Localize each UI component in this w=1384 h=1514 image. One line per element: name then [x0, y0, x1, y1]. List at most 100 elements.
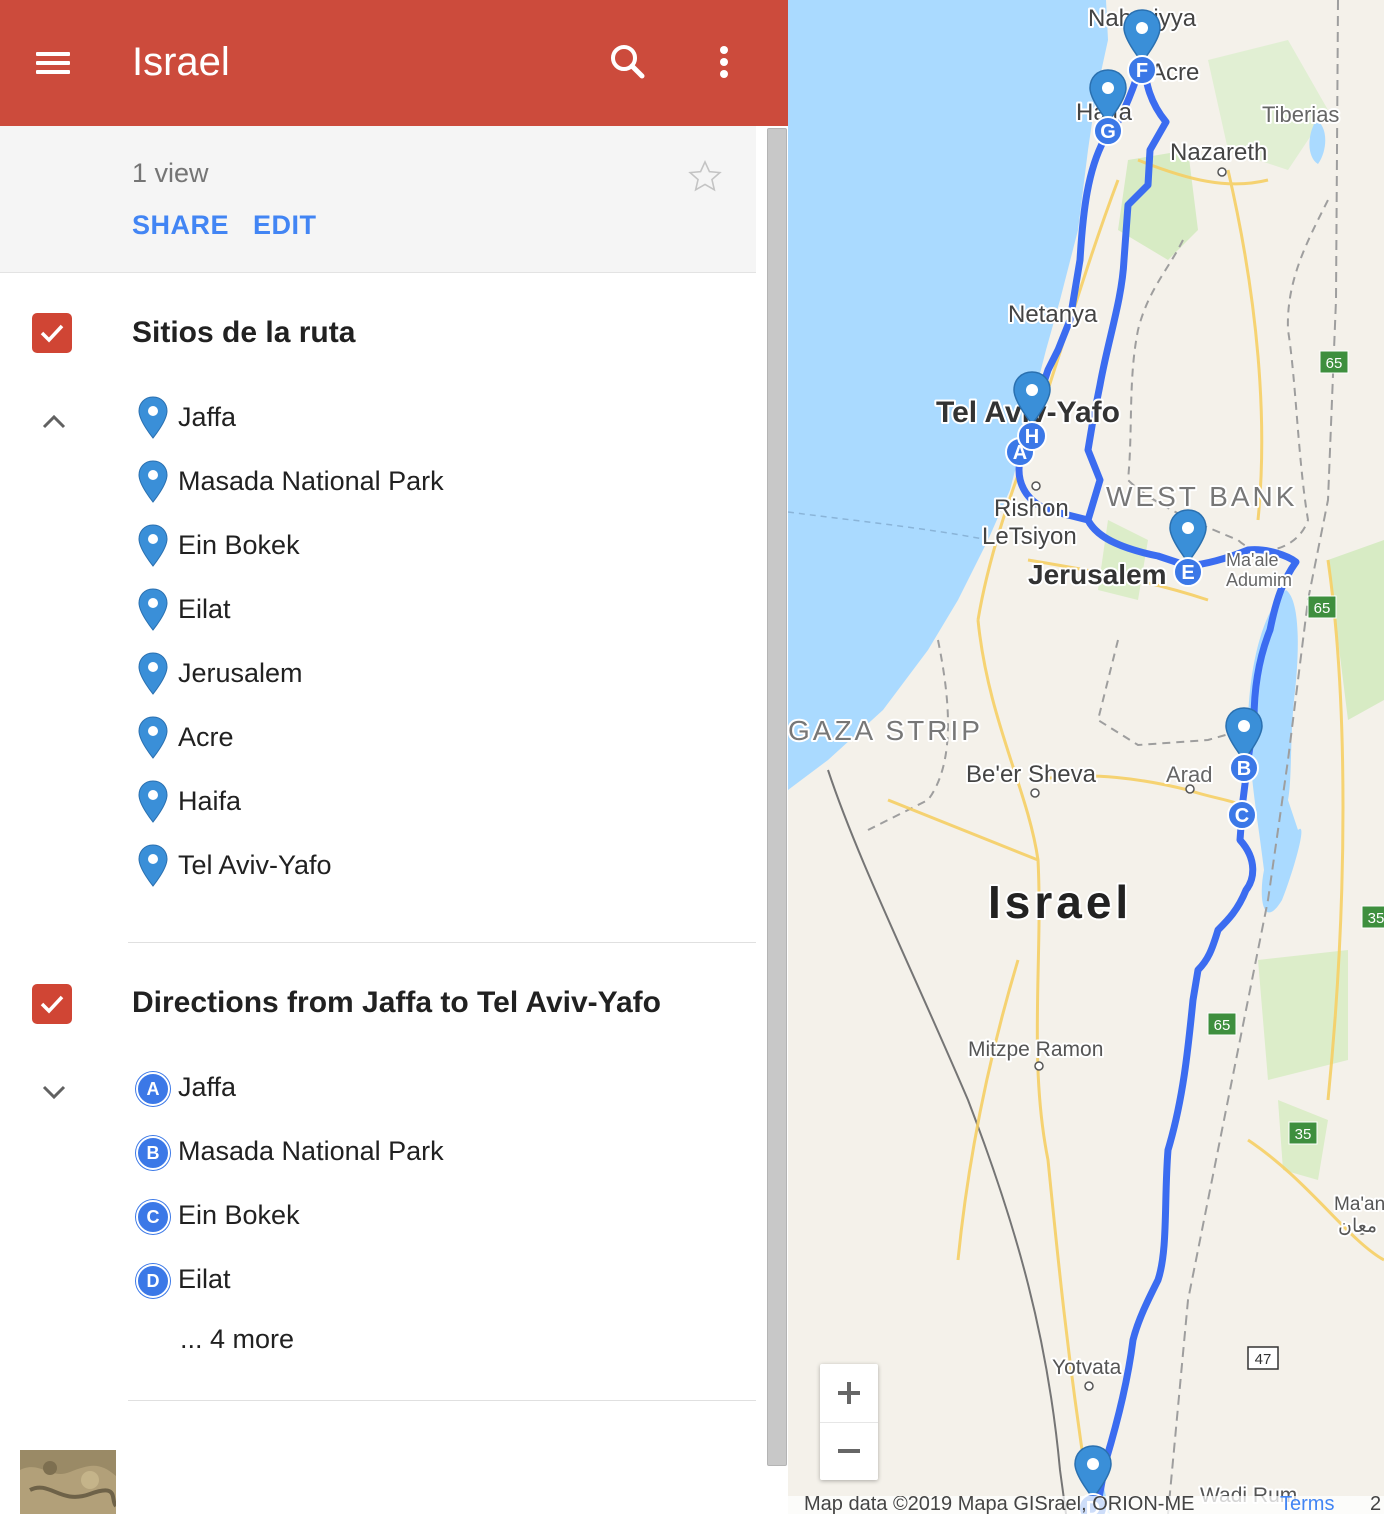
- search-button[interactable]: [604, 38, 652, 86]
- attribution-text: Map data ©2019 Mapa GISrael, ORION-ME: [804, 1496, 1195, 1514]
- place-label: Eilat: [178, 594, 231, 624]
- stop-label: Jaffa: [178, 1072, 237, 1102]
- road-shield-label: 35: [1368, 910, 1384, 927]
- route-waypoint-badge[interactable]: H: [1017, 421, 1047, 451]
- place-marker-icon: [138, 844, 168, 887]
- map-label-israel: Israel: [988, 876, 1132, 928]
- check-icon: [40, 324, 64, 343]
- map-attribution: Map data ©2019 Mapa GISrael, ORION-ME Te…: [788, 1496, 1384, 1514]
- waypoint-letter: C: [1235, 805, 1249, 827]
- map-label-maan-arabic: معان: [1338, 1216, 1377, 1237]
- more-vert-icon: [720, 46, 728, 78]
- road-shield-label: 65: [1326, 355, 1343, 372]
- place-label: Tel Aviv-Yafo: [178, 850, 332, 880]
- plus-icon: [838, 1382, 860, 1404]
- zoom-controls: [820, 1364, 878, 1480]
- map-label-nazareth: Nazareth: [1170, 139, 1267, 166]
- menu-icon-bar: [36, 61, 70, 65]
- map-label-maale: Ma'ale: [1226, 550, 1278, 570]
- waypoint-letter: B: [1237, 758, 1251, 780]
- road-shield-label: 65: [1314, 600, 1331, 617]
- route-waypoint-badge[interactable]: G: [1093, 116, 1123, 146]
- app-header: Israel: [0, 0, 788, 126]
- collapse-layer-button[interactable]: [36, 404, 72, 440]
- map-label-west-bank: WEST BANK: [1106, 481, 1297, 512]
- map-side-panel: Israel 1 view SHARE EDIT Sitios de la ru…: [0, 0, 788, 1514]
- stop-letter-badge: D: [136, 1264, 170, 1298]
- map-label-letsiyon: LeTsiyon: [982, 523, 1077, 550]
- menu-icon-bar: [36, 70, 70, 74]
- attribution-extra: 2: [1370, 1496, 1382, 1514]
- map-label-jerusalem: Jerusalem: [1028, 559, 1167, 590]
- place-marker-icon: [138, 652, 168, 695]
- place-label: Ein Bokek: [178, 530, 300, 560]
- route-waypoint-badge[interactable]: C: [1227, 800, 1257, 830]
- layer-divider: [128, 942, 756, 943]
- place-marker-icon: [138, 780, 168, 823]
- map-label-gaza: GAZA STRIP: [788, 715, 983, 746]
- stop-letter-badge: A: [136, 1072, 170, 1106]
- waypoint-letter: F: [1136, 60, 1148, 82]
- layer-title-sitios: Sitios de la ruta: [132, 316, 356, 349]
- star-outline-icon: [688, 160, 722, 192]
- star-button[interactable]: [686, 158, 724, 196]
- map-label-maan: Ma'an: [1334, 1194, 1384, 1215]
- layer-divider: [128, 1400, 756, 1401]
- stop-label: Masada National Park: [178, 1136, 444, 1166]
- place-marker-icon: [138, 716, 168, 759]
- map-canvas[interactable]: 65 65 65 35 35 47 Nahariyya Acre Haifa T…: [788, 0, 1384, 1514]
- layer-title-directions: Directions from Jaffa to Tel Aviv-Yafo: [132, 986, 661, 1019]
- map-label-yotvata: Yotvata: [1052, 1356, 1122, 1379]
- road-shield-label: 47: [1255, 1351, 1272, 1368]
- show-more-stops-link[interactable]: ... 4 more: [180, 1324, 294, 1355]
- place-marker-icon: [138, 396, 168, 439]
- map-label-tiberias: Tiberias: [1262, 102, 1339, 127]
- stop-letter-badge: B: [136, 1136, 170, 1170]
- route-waypoint-badge[interactable]: F: [1127, 55, 1157, 85]
- route-waypoint-badge[interactable]: B: [1229, 753, 1259, 783]
- layer-checkbox-directions[interactable]: [32, 984, 72, 1024]
- terms-link[interactable]: Terms: [1280, 1496, 1334, 1514]
- map-label-acre: Acre: [1150, 59, 1199, 86]
- map-label-rishon: Rishon: [994, 495, 1069, 522]
- panel-scrollbar[interactable]: [767, 128, 787, 1466]
- map-label-beer-sheva: Be'er Sheva: [966, 761, 1097, 788]
- waypoint-letter: E: [1181, 562, 1194, 584]
- waypoint-letter: G: [1100, 121, 1116, 143]
- stop-letter-badge: C: [136, 1200, 170, 1234]
- zoom-out-button[interactable]: [820, 1422, 878, 1480]
- search-icon: [611, 45, 645, 79]
- map-label-arad: Arad: [1166, 762, 1212, 787]
- more-options-button[interactable]: [702, 38, 746, 86]
- waypoint-letter: H: [1025, 426, 1039, 448]
- place-label: Jaffa: [178, 402, 237, 432]
- menu-icon: [36, 52, 70, 56]
- minus-icon: [838, 1449, 860, 1453]
- place-marker-icon: [138, 524, 168, 567]
- map-info-section: 1 view SHARE EDIT: [0, 126, 756, 273]
- place-marker-icon: [138, 588, 168, 631]
- layer-checkbox-sitios[interactable]: [32, 313, 72, 353]
- basemap-thumbnail[interactable]: [20, 1450, 116, 1514]
- map-label-mitzpe: Mitzpe Ramon: [968, 1038, 1103, 1061]
- check-icon: [40, 995, 64, 1014]
- chevron-down-icon: [42, 1085, 66, 1100]
- stop-label: Eilat: [178, 1264, 231, 1294]
- view-count: 1 view: [132, 158, 209, 188]
- menu-button[interactable]: [28, 40, 78, 86]
- place-label: Haifa: [178, 786, 242, 816]
- road-shield-label: 35: [1295, 1126, 1312, 1143]
- edit-button[interactable]: EDIT: [253, 210, 317, 241]
- share-button[interactable]: SHARE: [132, 210, 229, 241]
- place-label: Masada National Park: [178, 466, 444, 496]
- map-base-layer: 65 65 65 35 35 47 Nahariyya Acre Haifa T…: [788, 0, 1384, 1514]
- stop-label: Ein Bokek: [178, 1200, 300, 1230]
- expand-layer-button[interactable]: [36, 1074, 72, 1110]
- map-label-netanya: Netanya: [1008, 301, 1098, 328]
- zoom-in-button[interactable]: [820, 1364, 878, 1423]
- place-label: Jerusalem: [178, 658, 303, 688]
- chevron-up-icon: [42, 414, 66, 429]
- map-label-adumim: Adumim: [1226, 570, 1292, 590]
- route-waypoint-badge[interactable]: E: [1173, 557, 1203, 587]
- map-title: Israel: [132, 40, 230, 84]
